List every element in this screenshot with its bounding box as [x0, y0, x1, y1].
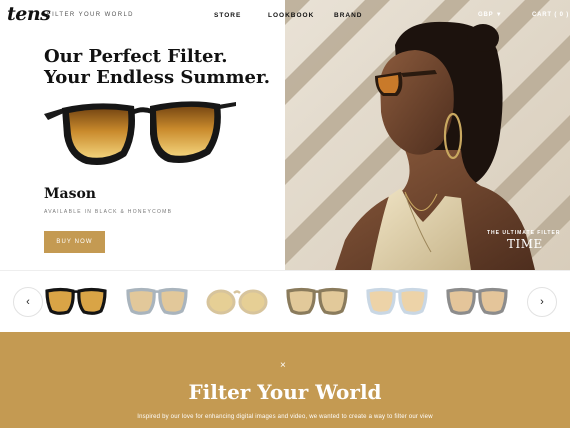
press-kicker: THE ULTIMATE FILTER — [487, 230, 561, 236]
product-carousel: ‹ › — [0, 270, 570, 332]
site-header: tens FILTER YOUR WORLD STORE LOOKBOOK BR… — [0, 0, 570, 32]
cart-link[interactable]: CART ( 0 ) — [532, 12, 569, 18]
section-body: Inspired by our love for enhancing digit… — [137, 414, 433, 420]
product-name: Mason — [44, 186, 96, 202]
chevron-left-icon: ‹ — [26, 296, 30, 308]
carousel-item-round-gold[interactable] — [204, 285, 270, 317]
carousel-item-clear-grey[interactable] — [124, 285, 190, 317]
product-availability: AVAILABLE IN BLACK & HONEYCOMB — [44, 209, 173, 215]
hero-headline-line1: Our Perfect Filter. — [44, 46, 228, 67]
section-title: Filter Your World — [188, 380, 382, 404]
press-logo-time: TIME — [507, 237, 543, 251]
hero-headline-line2: Your Endless Summer. — [44, 67, 271, 88]
carousel-item-tortoise[interactable] — [284, 285, 350, 317]
nav-store[interactable]: STORE — [214, 12, 241, 19]
carousel-item-grey-square[interactable] — [444, 285, 510, 317]
sunglasses-thumbnail — [206, 289, 268, 315]
brand-logo[interactable]: tens — [7, 3, 51, 25]
hero-sunglasses-image — [44, 101, 236, 165]
carousel-next-button[interactable]: › — [527, 287, 557, 317]
sunglasses-thumbnail — [126, 287, 188, 315]
buy-now-button[interactable]: BUY NOW — [44, 231, 105, 253]
carousel-prev-button[interactable]: ‹ — [13, 287, 43, 317]
sunglasses-thumbnail — [45, 287, 107, 315]
brand-tagline: FILTER YOUR WORLD — [47, 12, 134, 18]
carousel-item-square-black[interactable] — [43, 285, 109, 317]
sunglasses-thumbnail — [286, 287, 348, 315]
currency-selector[interactable]: GBP ▼ — [478, 12, 503, 18]
filter-your-world-section: × Filter Your World Inspired by our love… — [0, 332, 570, 428]
sunglasses-thumbnail — [366, 287, 428, 315]
nav-lookbook[interactable]: LOOKBOOK — [268, 12, 314, 19]
sunglasses-thumbnail — [446, 287, 508, 315]
close-icon[interactable]: × — [280, 360, 286, 371]
hero-headline: Our Perfect Filter. Your Endless Summer. — [44, 46, 270, 88]
chevron-right-icon: › — [540, 296, 544, 308]
nav-brand[interactable]: BRAND — [334, 12, 362, 19]
carousel-item-clear-blue[interactable] — [364, 285, 430, 317]
